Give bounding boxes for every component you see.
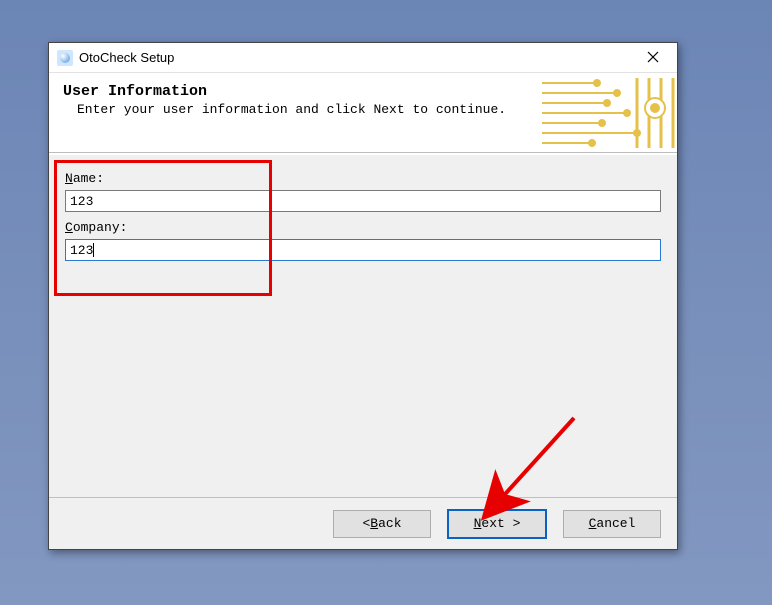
circuit-icon: [537, 73, 677, 153]
company-input[interactable]: 123: [65, 239, 661, 261]
wizard-header: User Information Enter your user informa…: [49, 73, 677, 153]
cancel-button[interactable]: Cancel: [563, 510, 661, 538]
company-label: Company:: [65, 220, 661, 235]
name-input[interactable]: [65, 190, 661, 212]
close-button[interactable]: [633, 45, 673, 69]
wizard-body: Name: Company: 123: [49, 154, 677, 497]
name-row: Name:: [65, 171, 661, 212]
titlebar: OtoCheck Setup: [49, 43, 677, 73]
name-label: Name:: [65, 171, 661, 186]
back-button[interactable]: < Back: [333, 510, 431, 538]
company-row: Company: 123: [65, 220, 661, 261]
app-icon: [57, 50, 73, 66]
wizard-footer: < Back Next > Cancel: [49, 497, 677, 549]
setup-window: OtoCheck Setup User Information Enter yo…: [48, 42, 678, 550]
close-icon: [647, 51, 659, 63]
next-button[interactable]: Next >: [447, 509, 547, 539]
header-decor: [537, 73, 677, 153]
window-title: OtoCheck Setup: [79, 50, 174, 65]
